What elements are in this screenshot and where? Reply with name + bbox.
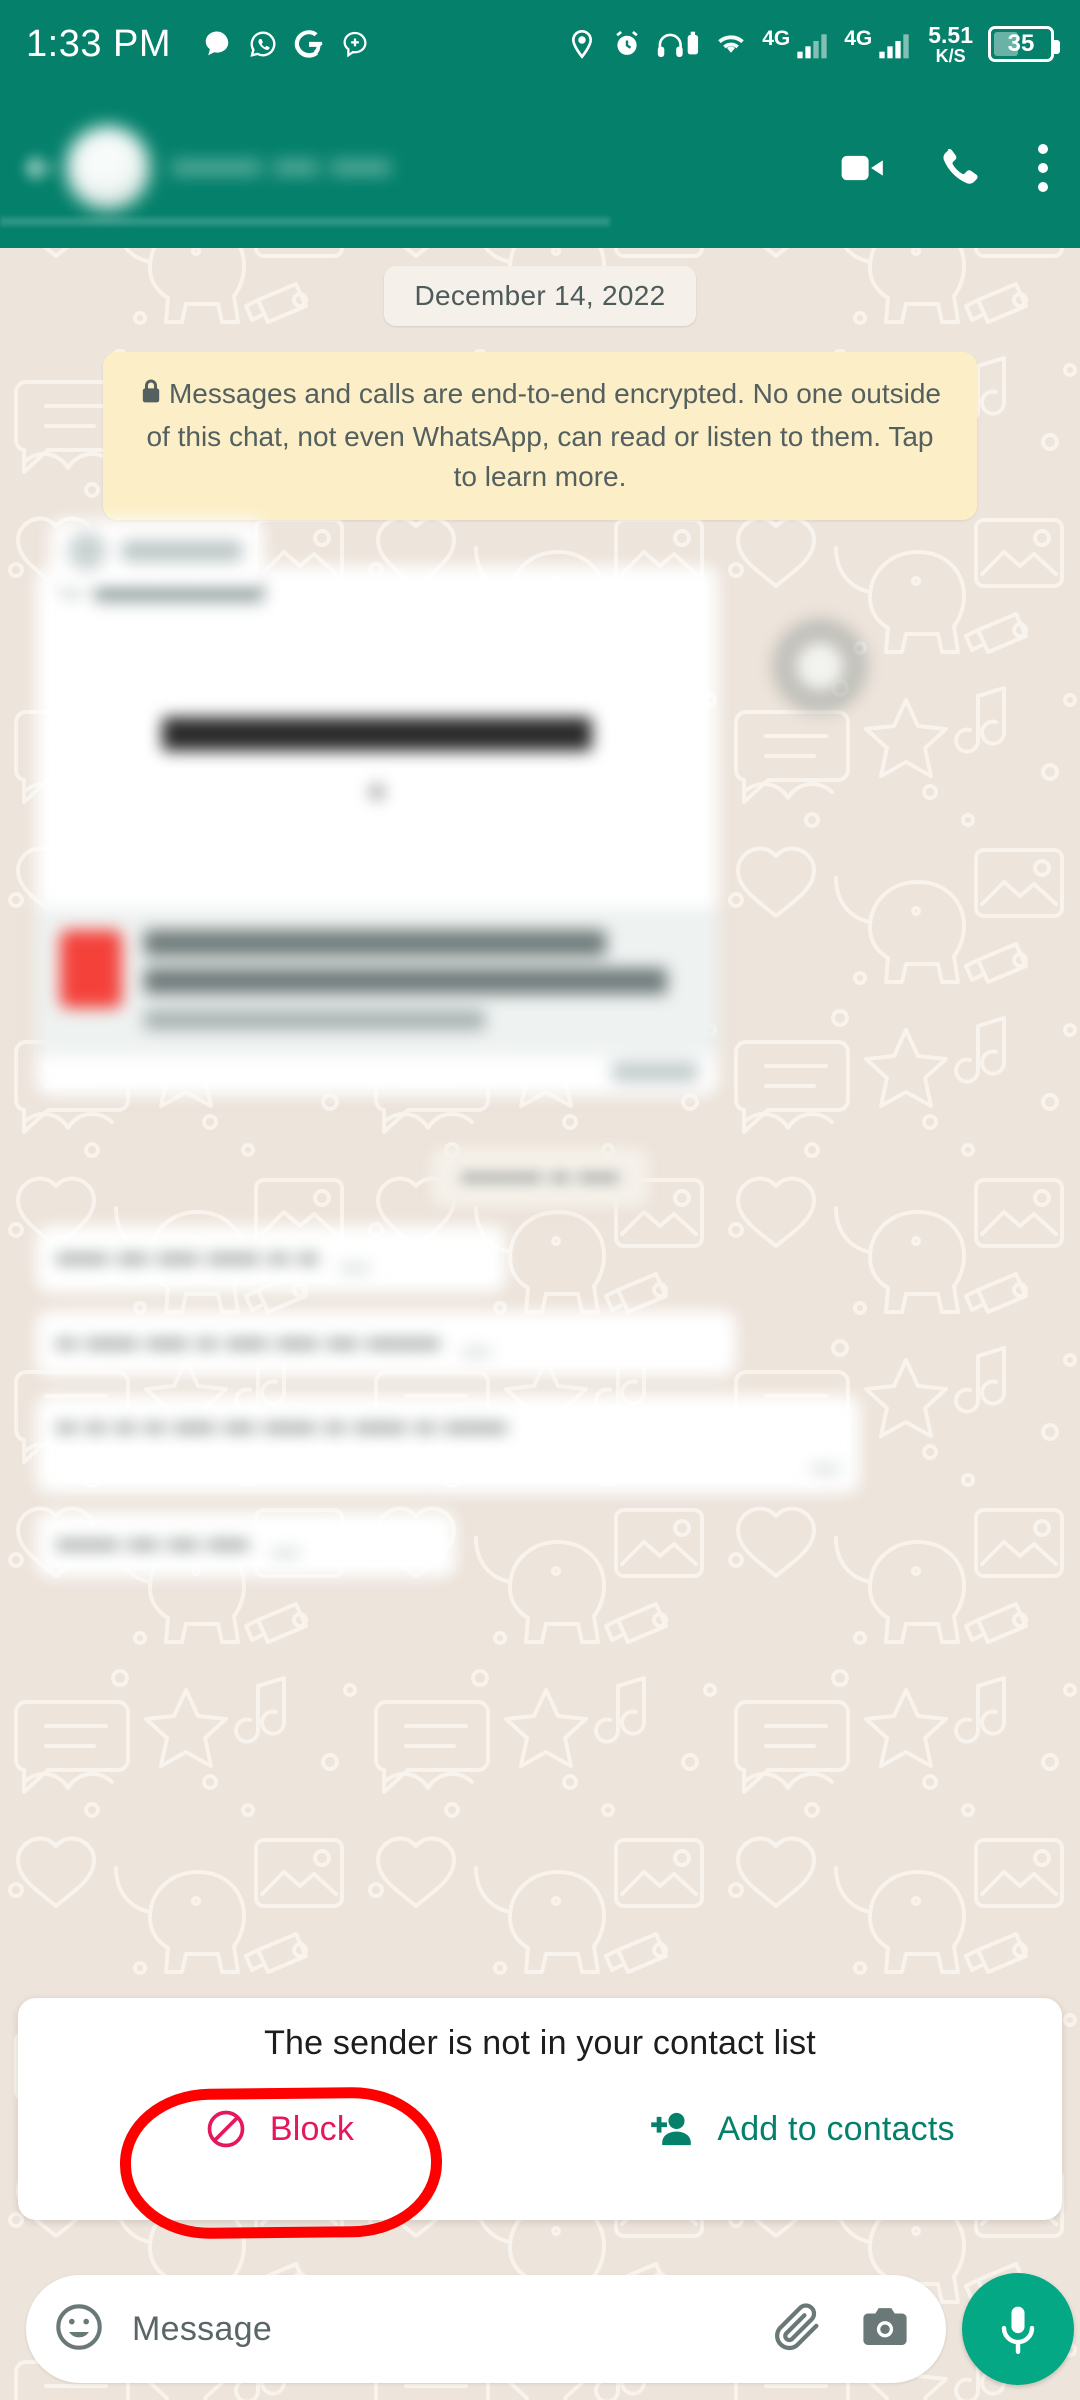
message-timestamp: •••• — [340, 1256, 370, 1280]
data-speed-unit: K/S — [935, 45, 966, 66]
pdf-file-icon — [60, 930, 122, 1009]
alarm-clock-icon — [616, 30, 638, 55]
back-button[interactable] — [14, 138, 66, 198]
kebab-dot — [1038, 182, 1048, 192]
signal-bars-sim1 — [797, 34, 827, 59]
date-divider-row: •••••••• •• •••• — [0, 1148, 1080, 1209]
message-timestamp — [612, 1062, 698, 1083]
chat-bubble-icon — [205, 31, 229, 56]
message-bubble-incoming[interactable]: ••••• ••• •••• ••••• •• •• •••• — [36, 1226, 506, 1293]
headphones-battery-icon — [658, 31, 699, 57]
text-messages-group: ••••• ••• •••• ••••• •• •• •••• •• •••••… — [0, 1226, 1080, 1579]
block-button[interactable]: Block — [18, 2107, 540, 2151]
message-text: •• ••••• •••• •• •••• •••• ••• ••••••• — [56, 1327, 440, 1361]
document-download-button[interactable] — [772, 618, 868, 715]
camera-icon — [863, 2307, 907, 2345]
date-divider-1: December 14, 2022 — [384, 266, 696, 326]
add-to-contacts-button[interactable]: Add to contacts — [540, 2107, 1062, 2151]
emoji-button[interactable] — [52, 2300, 106, 2359]
document-meta — [36, 908, 718, 1057]
battery-level: 35 — [1007, 30, 1035, 57]
message-bubble-incoming[interactable]: •• ••••• •••• •• •••• •••• ••• ••••••• •… — [36, 1310, 736, 1378]
data-speed-indicator: 5.51 K/S — [928, 21, 973, 66]
person-add-icon — [651, 2112, 692, 2146]
message-text: •••••• ••• ••• •••• — [56, 1528, 250, 1562]
video-camera-icon — [841, 155, 883, 181]
whatsapp-icon — [250, 31, 276, 57]
plus-bubble-icon — [343, 31, 367, 58]
document-preview — [36, 608, 718, 909]
header-blur-seam — [0, 217, 610, 226]
network-indicator-sim1: 4G — [762, 27, 831, 61]
status-bar: 1:33 PM 4G 4G 5.51 K/S 35 — [0, 0, 1080, 88]
more-options-button[interactable] — [1028, 138, 1058, 198]
date-divider-2: •••••••• •• •••• — [431, 1148, 649, 1209]
data-speed-value: 5.51 — [928, 21, 973, 48]
unknown-sender-sheet: The sender is not in your contact list B… — [18, 1998, 1062, 2220]
back-arrow-icon — [26, 156, 54, 180]
whatsapp-chat-screen: 1:33 PM 4G 4G 5.51 K/S 35 •••••• ••• •••… — [0, 0, 1080, 2400]
contact-name: •••••• ••• •••• — [172, 145, 392, 190]
voice-call-button[interactable] — [934, 143, 984, 193]
google-icon — [294, 30, 323, 58]
add-to-contacts-label: Add to contacts — [717, 2109, 955, 2148]
document-pagecount — [144, 1010, 485, 1031]
paperclip-icon — [775, 2302, 819, 2350]
message-input-bar[interactable]: Message — [26, 2275, 946, 2383]
camera-button[interactable] — [858, 2300, 912, 2359]
status-bar-clock: 1:33 PM — [26, 22, 172, 65]
encryption-notice[interactable]: Messages and calls are end-to-end encryp… — [103, 352, 977, 521]
video-call-button[interactable] — [836, 141, 890, 195]
quoted-avatar — [68, 532, 106, 571]
microphone-icon — [1001, 2306, 1035, 2355]
avatar[interactable] — [66, 126, 150, 210]
kebab-dot — [1038, 144, 1048, 154]
document-message-row — [0, 520, 1080, 1097]
block-label: Block — [269, 2109, 355, 2148]
message-bubble-incoming[interactable]: •• •• •• •• •••• ••• ••••• •• ••••• •• •… — [36, 1395, 860, 1494]
contact-identity[interactable]: •••••• ••• •••• — [66, 126, 836, 210]
date-divider-row: December 14, 2022 — [0, 266, 1080, 326]
message-text: ••••• ••• •••• ••••• •• •• — [56, 1243, 319, 1277]
message-row: •• ••••• •••• •• •••• •••• ••• ••••••• •… — [36, 1310, 1044, 1378]
message-timestamp: •••• — [461, 1341, 492, 1365]
signal-bars-sim2 — [879, 34, 909, 59]
network-type-sim2: 4G — [844, 27, 873, 50]
kebab-dot — [1038, 163, 1048, 173]
message-bubble-incoming[interactable]: •••••• ••• ••• •••• •••• — [36, 1511, 456, 1579]
quoted-sender-chip[interactable] — [50, 520, 264, 583]
network-indicator-sim2: 4G — [844, 27, 913, 61]
message-row: ••••• ••• •••• ••••• •• •• •••• — [36, 1226, 1044, 1293]
status-bar-indicators: 4G 4G 5.51 K/S 35 — [566, 21, 1060, 66]
phone-icon — [943, 149, 978, 184]
voice-record-button[interactable] — [962, 2273, 1074, 2385]
sheet-title: The sender is not in your contact list — [264, 2024, 816, 2062]
document-title-line — [144, 930, 606, 957]
message-row: •• •• •• •• •••• ••• ••••• •• ••••• •• •… — [36, 1395, 1044, 1494]
wifi-icon — [718, 35, 745, 53]
message-timestamp: •••• — [810, 1457, 840, 1481]
quoted-text — [122, 541, 242, 562]
attach-button[interactable] — [770, 2300, 824, 2359]
lock-icon — [139, 377, 163, 417]
encryption-notice-text: Messages and calls are end-to-end encryp… — [146, 378, 942, 492]
network-type-sim1: 4G — [762, 27, 791, 50]
emoji-smiley-icon — [56, 2303, 102, 2350]
message-input-placeholder[interactable]: Message — [132, 2310, 770, 2349]
forwarded-arrow-icon — [59, 585, 80, 601]
message-text: •• •• •• •• •••• ••• ••••• •• ••••• •• •… — [56, 1412, 507, 1446]
message-timestamp: •••• — [271, 1542, 301, 1566]
document-message-bubble[interactable] — [36, 566, 718, 1097]
block-circle-slash-icon — [207, 2110, 245, 2148]
chat-message-list[interactable]: December 14, 2022 Messages and calls are… — [0, 248, 1080, 1990]
download-icon — [797, 643, 843, 690]
document-title-line — [144, 968, 667, 995]
location-pin-icon — [572, 29, 593, 59]
battery-indicator: 35 — [988, 26, 1060, 62]
message-row: •••••• ••• ••• •••• •••• — [36, 1511, 1044, 1579]
